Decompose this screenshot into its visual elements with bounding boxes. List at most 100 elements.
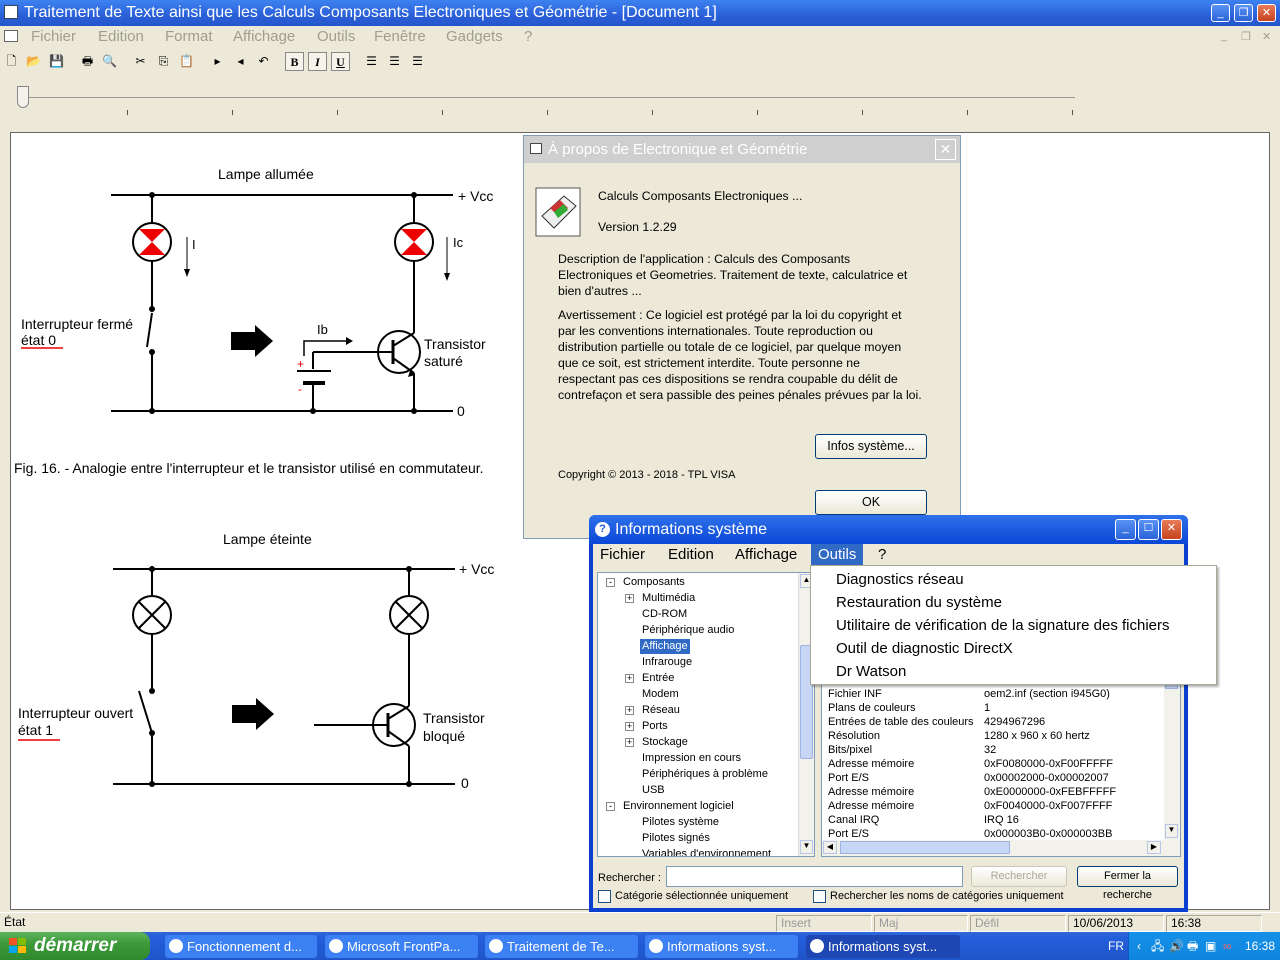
sysinfo-menu-fichier[interactable]: Fichier bbox=[593, 544, 652, 566]
menu-edition[interactable]: Edition bbox=[98, 28, 144, 45]
open-folder-icon[interactable]: 📂 bbox=[24, 52, 43, 71]
tree-item[interactable]: Variables d'environnement bbox=[642, 847, 771, 856]
search-button[interactable]: Rechercher bbox=[971, 866, 1067, 887]
tree-item[interactable]: Entrée bbox=[642, 671, 674, 686]
align-center-icon[interactable]: ☰ bbox=[385, 52, 404, 71]
print-icon[interactable]: 🖶 bbox=[78, 52, 97, 71]
expand-icon[interactable]: + bbox=[625, 706, 634, 715]
tree-item[interactable]: Pilotes système bbox=[642, 815, 719, 830]
sysinfo-minimize-button[interactable]: _ bbox=[1115, 519, 1136, 540]
menu-fenetre[interactable]: Fenêtre bbox=[374, 28, 426, 45]
sysinfo-title-bar[interactable]: ? Informations système _ ☐ ✕ bbox=[589, 515, 1188, 544]
detail-row[interactable]: Entrées de table des couleurs 4294967296 bbox=[828, 715, 1045, 729]
volume-icon[interactable]: 🔊 bbox=[1169, 932, 1184, 960]
detail-row[interactable]: Adresse mémoire 0xE0000000-0xFEBFFFFF bbox=[828, 785, 1116, 799]
expand-icon[interactable]: + bbox=[625, 738, 634, 747]
task-button[interactable]: Traitement de Te... bbox=[485, 935, 638, 958]
tree-item-selected[interactable]: Affichage bbox=[640, 639, 690, 654]
main-title-bar[interactable]: Traitement de Texte ainsi que les Calcul… bbox=[0, 0, 1280, 26]
mdi-restore-icon[interactable]: ❐ bbox=[1241, 30, 1251, 43]
system-info-button[interactable]: Infos système... bbox=[815, 434, 927, 459]
menu-item-dr-watson[interactable]: Dr Watson bbox=[836, 660, 906, 683]
expand-icon[interactable]: + bbox=[625, 594, 634, 603]
close-search-button[interactable]: Fermer la recherche bbox=[1077, 866, 1178, 901]
detail-row[interactable]: Adresse mémoire 0xF0040000-0xF007FFFF bbox=[828, 799, 1112, 813]
minimize-button[interactable]: _ bbox=[1211, 4, 1230, 22]
menu-item-file-signature-verification[interactable]: Utilitaire de vérification de la signatu… bbox=[836, 614, 1170, 637]
selected-category-checkbox[interactable] bbox=[598, 890, 611, 903]
menu-item-network-diagnostics[interactable]: Diagnostics réseau bbox=[836, 568, 964, 591]
task-button[interactable]: Informations syst... bbox=[645, 935, 798, 958]
search-input[interactable] bbox=[666, 866, 963, 887]
tree-item[interactable]: Périphériques à problème bbox=[642, 767, 768, 782]
mdi-minimize-icon[interactable]: _ bbox=[1221, 30, 1227, 42]
italic-button[interactable]: I bbox=[308, 52, 327, 71]
clock[interactable]: 16:38 bbox=[1245, 932, 1275, 960]
collapse-icon[interactable]: - bbox=[606, 802, 615, 811]
tree-item[interactable]: Ports bbox=[642, 719, 668, 734]
category-tree[interactable]: - Composants + Multimédia CD-ROM Périphérique… bbox=[597, 572, 815, 857]
scroll-right-icon[interactable]: ▶ bbox=[1147, 841, 1161, 854]
tree-item[interactable]: CD-ROM bbox=[642, 607, 687, 622]
tree-item[interactable]: Réseau bbox=[642, 703, 680, 718]
monitor-icon[interactable]: ▣ bbox=[1205, 932, 1216, 960]
menu-affichage[interactable]: Affichage bbox=[233, 28, 295, 45]
category-names-checkbox[interactable] bbox=[813, 890, 826, 903]
detail-row[interactable]: Plans de couleurs 1 bbox=[828, 701, 990, 715]
language-indicator[interactable]: FR bbox=[1108, 932, 1124, 960]
expand-icon[interactable]: + bbox=[625, 722, 634, 731]
scroll-left-icon[interactable]: ◀ bbox=[823, 841, 837, 854]
tree-item[interactable]: Modem bbox=[642, 687, 679, 702]
sysinfo-close-button[interactable]: ✕ bbox=[1161, 519, 1182, 540]
tree-item[interactable]: Infrarouge bbox=[642, 655, 692, 670]
scroll-down-icon[interactable]: ▼ bbox=[800, 840, 813, 854]
tree-item[interactable]: Environnement logiciel bbox=[623, 799, 734, 814]
underline-button[interactable]: U bbox=[331, 52, 350, 71]
printer-icon[interactable]: 🖶 bbox=[1187, 932, 1198, 960]
mdi-close-icon[interactable]: ✕ bbox=[1262, 30, 1271, 43]
task-button-active[interactable]: Informations syst... bbox=[806, 935, 960, 958]
details-hscroll-thumb[interactable] bbox=[840, 841, 1010, 854]
start-button[interactable]: démarrer bbox=[0, 932, 150, 960]
sysinfo-menu-help[interactable]: ? bbox=[871, 544, 893, 566]
doc-icon[interactable] bbox=[4, 30, 18, 42]
network-icon[interactable]: 🖧 bbox=[1151, 932, 1164, 960]
bold-button[interactable]: B bbox=[285, 52, 304, 71]
menu-item-directx-diagnostic[interactable]: Outil de diagnostic DirectX bbox=[836, 637, 1013, 660]
save-icon[interactable]: 💾 bbox=[47, 52, 66, 71]
menu-outils[interactable]: Outils bbox=[317, 28, 355, 45]
paste-icon[interactable]: 📋 bbox=[177, 52, 196, 71]
detail-row[interactable]: Résolution 1280 x 960 x 60 hertz bbox=[828, 729, 1090, 743]
tree-item[interactable]: USB bbox=[642, 783, 665, 798]
menu-gadgets[interactable]: Gadgets bbox=[446, 28, 503, 45]
tree-item[interactable]: Périphérique audio bbox=[642, 623, 734, 638]
scroll-down-icon[interactable]: ▼ bbox=[1165, 824, 1178, 838]
ruler-indent-handle[interactable] bbox=[17, 86, 29, 108]
menu-item-system-restore[interactable]: Restauration du système bbox=[836, 591, 1002, 614]
copy-icon[interactable]: ⎘ bbox=[154, 52, 173, 71]
undo-icon[interactable]: ↶ bbox=[254, 52, 273, 71]
detail-row[interactable]: Fichier INF oem2.inf (section i945G0) bbox=[828, 687, 1110, 701]
expand-icon[interactable]: + bbox=[625, 674, 634, 683]
new-file-icon[interactable]: 🗋 bbox=[2, 52, 21, 71]
sysinfo-menu-affichage[interactable]: Affichage bbox=[728, 544, 804, 566]
sysinfo-maximize-button[interactable]: ☐ bbox=[1138, 519, 1159, 540]
sysinfo-menu-outils[interactable]: Outils bbox=[811, 544, 864, 566]
about-close-button[interactable]: ✕ bbox=[935, 139, 956, 160]
infinity-icon[interactable]: ∞ bbox=[1223, 932, 1232, 960]
detail-row[interactable]: Adresse mémoire 0xF0080000-0xF00FFFFF bbox=[828, 757, 1113, 771]
menu-format[interactable]: Format bbox=[165, 28, 213, 45]
task-button[interactable]: Microsoft FrontPa... bbox=[325, 935, 478, 958]
detail-row[interactable]: Canal IRQ IRQ 16 bbox=[828, 813, 1019, 827]
restore-button[interactable]: ❐ bbox=[1234, 4, 1253, 22]
detail-row[interactable]: Port E/S 0x000003B0-0x000003BB bbox=[828, 827, 1112, 841]
back-icon[interactable]: ◂ bbox=[231, 52, 250, 71]
ok-button[interactable]: OK bbox=[815, 490, 927, 515]
details-hscrollbar[interactable]: ◀ ▶ bbox=[822, 840, 1180, 856]
detail-row[interactable]: Bits/pixel 32 bbox=[828, 743, 996, 757]
tree-item[interactable]: Composants bbox=[623, 575, 685, 590]
align-right-icon[interactable]: ☰ bbox=[408, 52, 427, 71]
align-left-icon[interactable]: ☰ bbox=[362, 52, 381, 71]
cut-icon[interactable]: ✂ bbox=[131, 52, 150, 71]
task-button[interactable]: Fonctionnement d... bbox=[165, 935, 317, 958]
